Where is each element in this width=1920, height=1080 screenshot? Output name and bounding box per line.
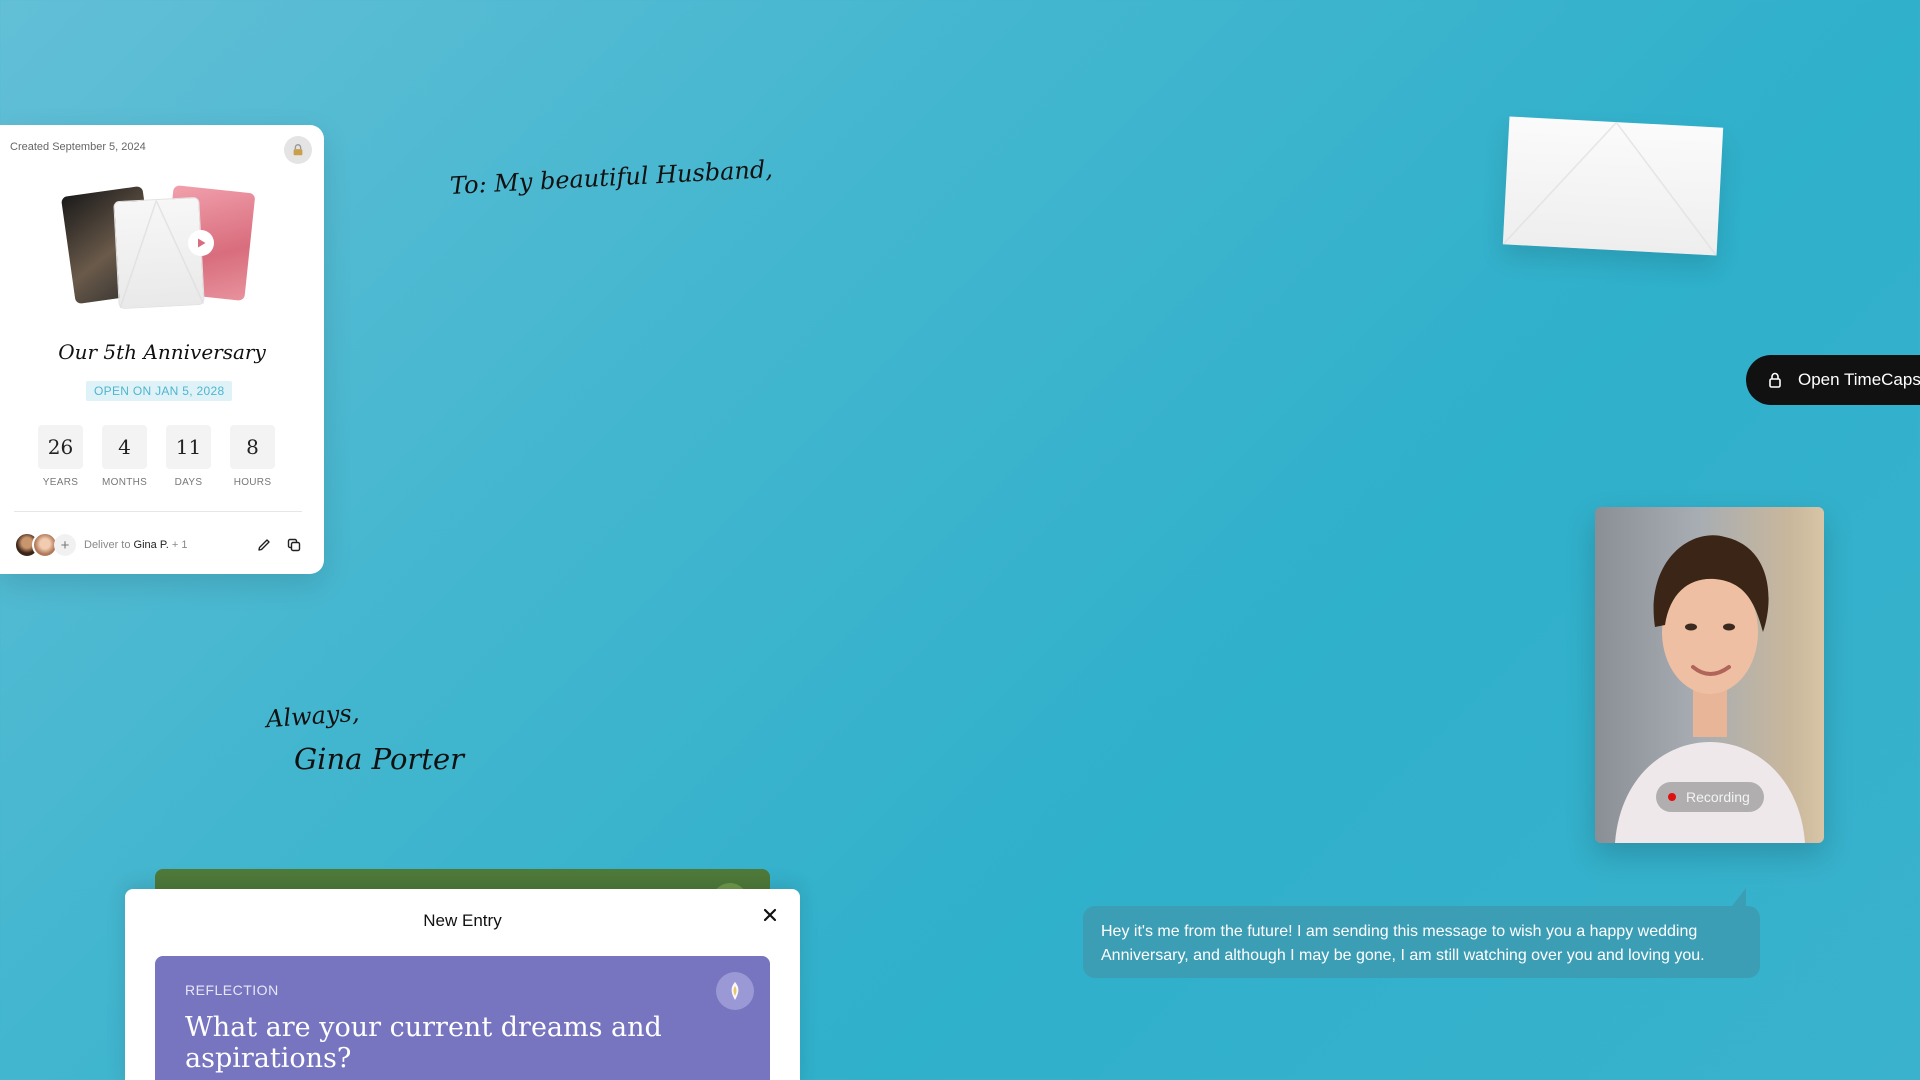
- message-bubble: Hey it's me from the future! I am sendin…: [1083, 888, 1760, 978]
- card-footer: + Deliver to Gina P. + 1: [14, 530, 302, 560]
- duplicate-icon[interactable]: [286, 537, 302, 553]
- envelope-thumbnail: [113, 196, 205, 310]
- prompt-question: What are your current dreams and aspirat…: [185, 1012, 662, 1074]
- countdown-label: MONTHS: [102, 477, 148, 488]
- recording-badge: Recording: [1656, 782, 1764, 812]
- close-icon[interactable]: [760, 905, 780, 925]
- countdown-years: 26 YEARS: [38, 425, 83, 488]
- letter-closing: Always,: [265, 698, 361, 734]
- letter-signature: Gina Porter: [294, 742, 464, 776]
- video-preview[interactable]: Recording: [1595, 507, 1824, 843]
- recording-dot-icon: [1668, 793, 1676, 801]
- letter-greeting: To: My beautiful Husband,: [449, 155, 774, 200]
- countdown-months: 4 MONTHS: [102, 425, 147, 488]
- recording-label: Recording: [1686, 789, 1750, 805]
- dialog-title: New Entry: [423, 911, 502, 930]
- prompt-card[interactable]: REFLECTION What are your current dreams …: [155, 956, 770, 1080]
- capsule-card[interactable]: Created September 5, 2024 Our 5th Annive…: [0, 125, 324, 574]
- countdown-value: 11: [166, 425, 211, 469]
- countdown-label: HOURS: [233, 477, 272, 488]
- created-date: Created September 5, 2024: [10, 141, 146, 153]
- capsule-title: Our 5th Anniversary: [58, 340, 266, 364]
- deliver-prefix: Deliver to: [84, 539, 131, 551]
- add-recipient-button[interactable]: +: [54, 534, 76, 556]
- play-icon[interactable]: [188, 230, 214, 256]
- open-date-badge: OPEN ON JAN 5, 2028: [86, 381, 233, 401]
- countdown-value: 8: [230, 425, 275, 469]
- envelope-illustration: [1502, 116, 1724, 256]
- divider: [14, 511, 302, 512]
- deliver-to-text: Deliver to Gina P. + 1: [84, 539, 187, 551]
- countdown-label: DAYS: [174, 477, 203, 488]
- footer-actions: [256, 537, 302, 553]
- open-timecapsule-label: Open TimeCapsule: [1798, 370, 1920, 389]
- countdown-value: 26: [38, 425, 83, 469]
- open-timecapsule-button[interactable]: Open TimeCapsule: [1746, 355, 1920, 405]
- lock-icon: [293, 144, 303, 156]
- deliver-extra: + 1: [171, 539, 188, 551]
- prompt-category: REFLECTION: [185, 982, 279, 998]
- sparkle-icon[interactable]: [716, 972, 754, 1010]
- countdown-value: 4: [102, 425, 147, 469]
- countdown-hours: 8 HOURS: [230, 425, 275, 488]
- countdown: 26 YEARS 4 MONTHS 11 DAYS 8 HOURS: [38, 425, 275, 488]
- lock-badge: [284, 136, 312, 164]
- edit-icon[interactable]: [256, 537, 272, 553]
- new-entry-dialog: New Entry REFLECTION What are your curre…: [125, 889, 800, 1080]
- countdown-label: YEARS: [42, 477, 79, 488]
- deliver-name[interactable]: Gina P.: [134, 539, 169, 551]
- media-stack[interactable]: [60, 185, 260, 315]
- lock-icon: [1769, 372, 1781, 388]
- countdown-days: 11 DAYS: [166, 425, 211, 488]
